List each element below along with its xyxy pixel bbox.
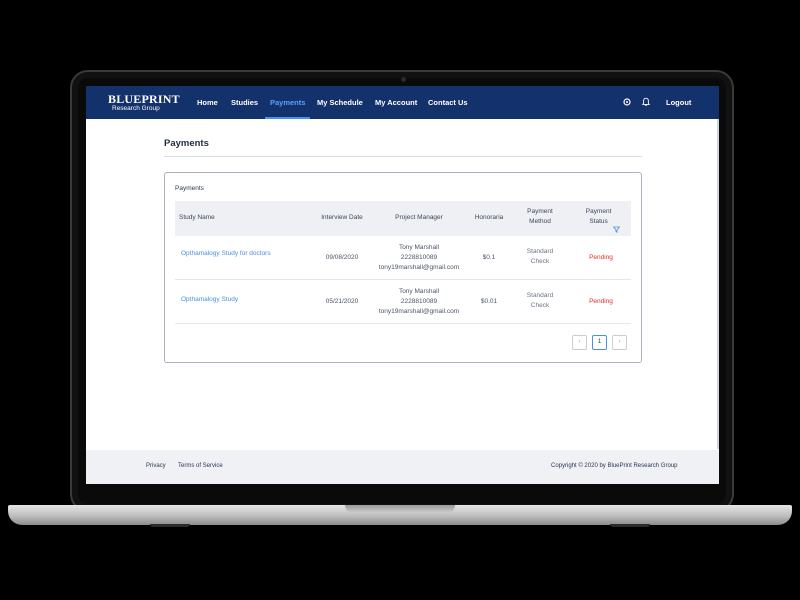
logout-button[interactable]: Logout [666, 98, 691, 107]
page-title: Payments [164, 138, 209, 149]
prev-page-button[interactable]: ‹ [572, 335, 587, 350]
col-payment-method[interactable]: Payment Method [519, 207, 561, 227]
project-manager-phone: 2228810089 [400, 254, 438, 261]
logo-main-text: BLUEPRINT [108, 92, 180, 106]
filter-icon[interactable] [613, 226, 621, 233]
honoraria: $0.1 [482, 254, 496, 261]
project-manager-phone: 2228810089 [400, 298, 438, 305]
brand-logo[interactable]: BLUEPRINT Research Group [108, 93, 180, 113]
nav-studies[interactable]: Studies [231, 98, 258, 107]
nav-my-account[interactable]: My Account [375, 98, 417, 107]
top-nav: BLUEPRINT Research Group Home Studies Pa… [86, 86, 719, 119]
active-tab-indicator [265, 117, 310, 119]
col-study-name[interactable]: Study Name [179, 213, 215, 223]
camera [401, 77, 406, 82]
page-footer: Privacy Terms of Service Copyright © 202… [86, 450, 719, 484]
project-manager-name: Tony Marshall [398, 244, 440, 251]
table-row: Opthamalogy Study 05/21/2020 Tony Marsha… [175, 280, 631, 324]
payments-card: Payments Study Name Interview Date Proje… [164, 172, 642, 363]
project-manager-email: tony19marshall@gmail.com [378, 308, 460, 315]
app-screen: BLUEPRINT Research Group Home Studies Pa… [86, 86, 719, 484]
scrollbar[interactable] [717, 119, 719, 449]
laptop-notch [345, 505, 455, 513]
col-project-manager[interactable]: Project Manager [381, 213, 457, 223]
table-row: Opthamalogy Study for doctors 09/08/2020… [175, 236, 631, 280]
nav-my-schedule[interactable]: My Schedule [317, 98, 363, 107]
card-title: Payments [175, 185, 204, 192]
payment-method: Standard Check [526, 248, 554, 265]
payment-status: Pending [589, 298, 613, 305]
honoraria: $0.01 [480, 298, 498, 305]
payments-table: Study Name Interview Date Project Manage… [175, 201, 631, 324]
laptop-foot [610, 524, 650, 527]
study-name-link[interactable]: Opthamalogy Study [181, 295, 291, 305]
table-header: Study Name Interview Date Project Manage… [175, 201, 631, 236]
study-name-link[interactable]: Opthamalogy Study for doctors [181, 249, 281, 259]
page-1-button[interactable]: 1 [592, 335, 607, 350]
next-page-button[interactable]: › [612, 335, 627, 350]
payment-method: Standard Check [526, 292, 554, 309]
terms-link[interactable]: Terms of Service [178, 463, 223, 469]
nav-home[interactable]: Home [197, 98, 218, 107]
nav-contact-us[interactable]: Contact Us [428, 98, 468, 107]
gear-icon[interactable] [622, 97, 632, 107]
payment-status: Pending [589, 254, 613, 261]
col-honoraria[interactable]: Honoraria [464, 213, 514, 223]
copyright-text: Copyright © 2020 by BluePrint Research G… [551, 463, 678, 469]
nav-payments[interactable]: Payments [270, 98, 305, 107]
project-manager-name: Tony Marshall [398, 288, 440, 295]
privacy-link[interactable]: Privacy [146, 463, 166, 469]
title-divider [164, 156, 642, 157]
bell-icon[interactable] [641, 97, 651, 107]
col-payment-status-label: Payment Status [585, 208, 612, 225]
laptop-foot [150, 524, 190, 527]
col-interview-date[interactable]: Interview Date [307, 213, 377, 223]
project-manager-email: tony19marshall@gmail.com [378, 264, 460, 271]
logo-sub-text: Research Group [112, 105, 160, 112]
col-payment-status[interactable]: Payment Status [573, 207, 629, 233]
